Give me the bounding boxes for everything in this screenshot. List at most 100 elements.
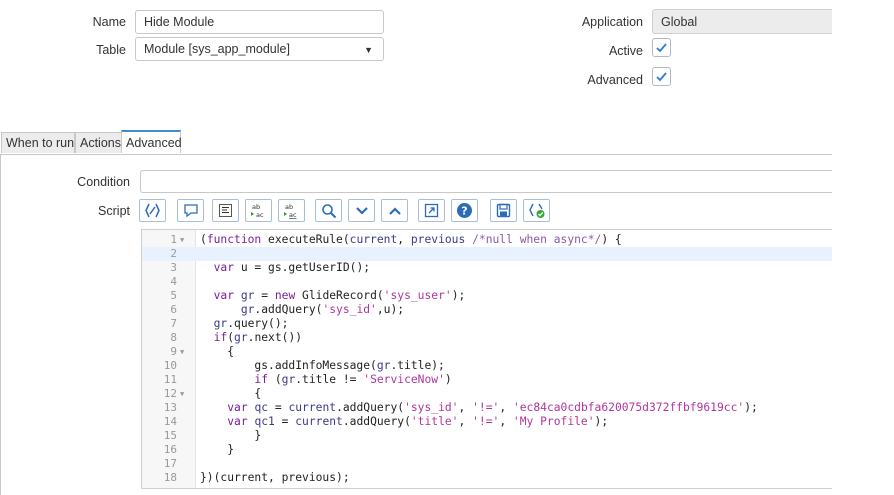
code-token: var [213, 261, 235, 274]
code-token: , [499, 401, 513, 414]
line-number: 2 [170, 247, 177, 260]
checkmark-icon [656, 72, 667, 82]
code-token: ,u); [376, 303, 405, 316]
tab-when-to-run[interactable]: When to run [1, 132, 75, 153]
code-token: } [200, 429, 262, 442]
code-line: 6 gr.addQuery('sys_id',u); [142, 303, 832, 317]
code-token: = [274, 415, 296, 428]
code-token: 'My Profile' [512, 415, 595, 428]
tab-actions[interactable]: Actions [75, 132, 122, 153]
save-icon [496, 203, 511, 218]
expand-button[interactable] [381, 199, 408, 222]
help-button[interactable]: ? [451, 199, 478, 222]
code-token: 'sys_id' [404, 401, 459, 414]
save-button[interactable] [490, 199, 517, 222]
table-select[interactable]: Module [sys_app_module] ▼ [135, 37, 384, 61]
code-text: (function executeRule(current, previous … [200, 233, 622, 247]
code-text: if(gr.next()) [200, 331, 302, 345]
code-token: .next()) [247, 331, 303, 344]
line-number: 9 [170, 345, 177, 358]
code-line: 17 [142, 457, 832, 471]
script-editor[interactable]: 1 ▼ (function executeRule(current, previou… [141, 229, 832, 489]
code-token: gs.addInfoMessage( [200, 359, 377, 372]
code-token: executeRule( [261, 233, 350, 246]
code-text: { [200, 345, 234, 359]
code-line: 3 var u = gs.getUserID(); [142, 261, 832, 275]
code-line: 11 if (gr.title != 'ServiceNow') [142, 373, 832, 387]
application-label: Application [581, 15, 643, 29]
code-text: { [200, 387, 261, 401]
line-number: 18 [163, 471, 177, 484]
format-code-button[interactable] [212, 199, 239, 222]
code-line: 12 ▼ { [142, 387, 832, 401]
code-token: if [213, 331, 228, 344]
code-token: qc1 [254, 415, 275, 428]
fold-arrow-icon[interactable]: ▼ [180, 387, 184, 401]
active-checkbox[interactable] [652, 38, 671, 57]
application-field: Global [652, 9, 832, 34]
checkmark-icon [656, 43, 667, 53]
code-token: .query(); [227, 317, 289, 330]
line-number: 8 [170, 331, 177, 344]
search-button[interactable] [315, 199, 342, 222]
code-text: var qc = current.addQuery('sys_id', '!='… [200, 401, 758, 415]
code-token: } [200, 443, 235, 456]
code-line: 4 [142, 275, 832, 289]
script-tree-button[interactable] [139, 199, 166, 222]
application-field-value: Global [661, 14, 698, 29]
code-line: 18})(current, previous); [142, 471, 832, 485]
replace-button[interactable]: ab ac [245, 199, 272, 222]
fold-arrow-icon[interactable]: ▼ [180, 345, 184, 359]
syntax-check-button[interactable] [523, 199, 550, 222]
collapse-button[interactable] [348, 199, 375, 222]
code-token: var [227, 401, 248, 414]
replace-all-button[interactable]: ab ac [278, 199, 305, 222]
code-token: { [200, 387, 262, 400]
advanced-checkbox[interactable] [652, 67, 671, 86]
code-token: current [295, 415, 343, 428]
line-number: 1 [170, 233, 177, 246]
code-token: ); [594, 415, 609, 428]
code-token: 'sys_user' [383, 289, 452, 302]
code-token: GlideRecord( [295, 289, 384, 302]
script-tree-icon [145, 203, 160, 218]
code-line: 9 ▼ { [142, 345, 832, 359]
code-token: gr [240, 303, 255, 316]
line-number: 10 [163, 359, 177, 372]
condition-input[interactable] [140, 170, 832, 193]
code-line: 1 ▼ (function executeRule(current, previou… [142, 233, 832, 247]
section-tabs: When to run Actions Advanced [0, 130, 832, 155]
comment-button[interactable] [177, 199, 204, 222]
replace-all-icon: abac [283, 203, 296, 219]
line-number: 11 [163, 373, 177, 386]
fullscreen-button[interactable] [418, 199, 445, 222]
chevron-up-icon [388, 206, 401, 215]
code-token: 'sys_id' [322, 303, 377, 316]
code-token: .addQuery( [254, 303, 323, 316]
code-text: gr.query(); [200, 317, 289, 331]
line-number: 3 [170, 261, 177, 274]
fold-arrow-icon[interactable]: ▼ [180, 233, 184, 247]
syntax-check-icon [528, 203, 544, 218]
code-token: = [254, 289, 275, 302]
replace-icon: abac [250, 203, 263, 219]
code-token: gr [240, 289, 255, 302]
code-token: ); [451, 289, 466, 302]
code-token: 'ServiceNow' [363, 373, 445, 386]
code-token: /*null when async*/ [465, 233, 602, 246]
tab-advanced[interactable]: Advanced [121, 130, 182, 153]
name-field[interactable]: Hide Module [135, 10, 384, 34]
line-number: 16 [163, 443, 177, 456]
svg-text:ab: ab [285, 203, 293, 211]
code-line: 5 var gr = new GlideRecord('sys_user'); [142, 289, 832, 303]
code-line: 8 if(gr.next()) [142, 331, 832, 345]
line-number: 5 [170, 289, 177, 302]
line-number: 14 [163, 415, 177, 428]
